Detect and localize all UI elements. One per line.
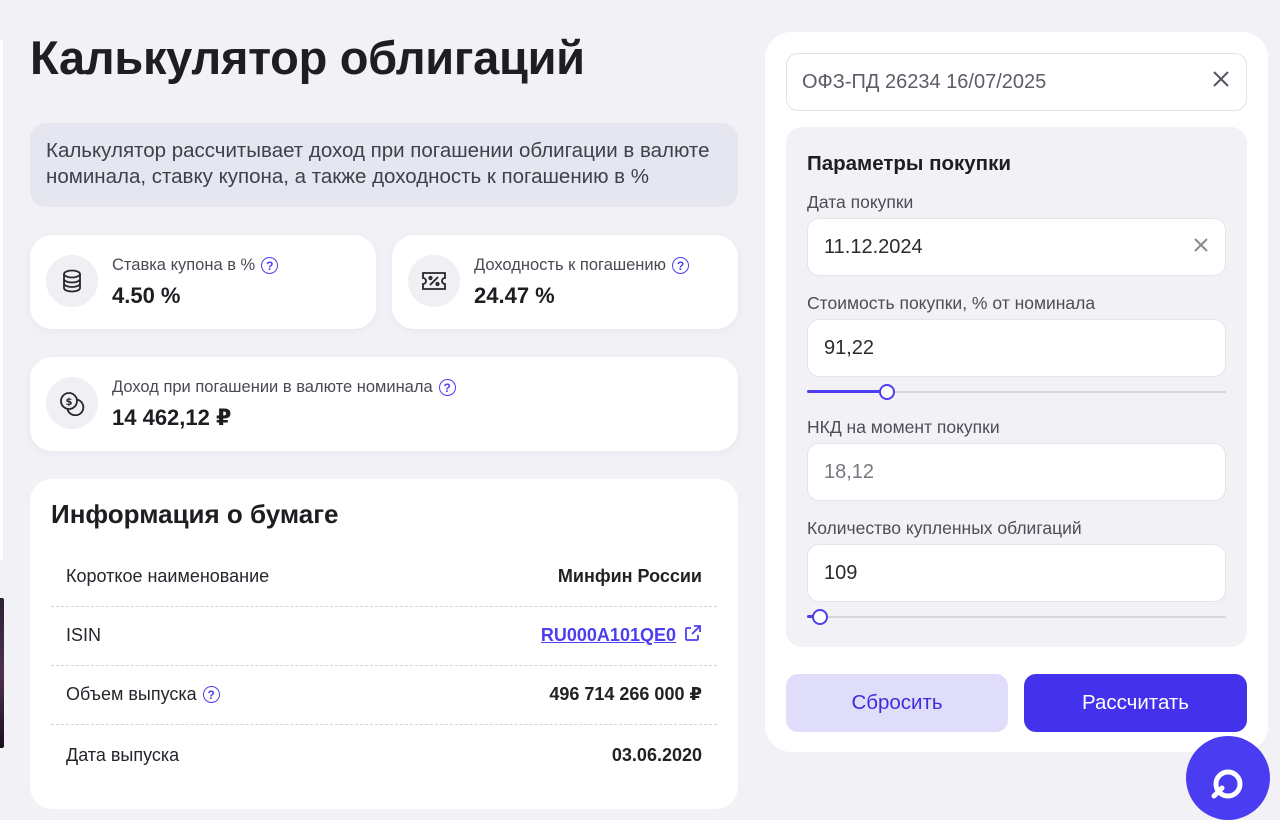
nkd-field[interactable]: 18,12 <box>807 443 1226 501</box>
params-title: Параметры покупки <box>807 152 1011 175</box>
calculator-panel: ОФЗ-ПД 26234 16/07/2025 Параметры покупк… <box>765 32 1268 752</box>
help-icon[interactable]: ? <box>672 257 689 274</box>
coupon-rate-card: Ставка купона в %? 4.50 % <box>30 235 376 329</box>
nkd-label: НКД на момент покупки <box>807 417 1000 437</box>
calculate-button[interactable]: Рассчитать <box>1024 674 1247 732</box>
left-edge-panel <box>0 40 3 560</box>
coupon-rate-label: Ставка купона в % <box>112 256 256 274</box>
quantity-slider[interactable] <box>807 609 1226 625</box>
price-slider-fill <box>807 390 887 393</box>
help-icon[interactable]: ? <box>202 686 220 703</box>
close-icon[interactable] <box>1193 236 1209 259</box>
row-key: Дата выпуска <box>66 744 180 765</box>
purchase-params: Параметры покупки Дата покупки 11.12.202… <box>786 127 1247 647</box>
close-icon[interactable] <box>1211 69 1231 95</box>
row-key: Объем выпуска <box>66 684 197 704</box>
row-key: Короткое наименование <box>66 566 270 586</box>
page-title: Калькулятор облигаций <box>30 31 585 84</box>
external-link-icon[interactable] <box>684 624 702 647</box>
price-label: Стоимость покупки, % от номинала <box>807 293 1096 313</box>
nkd-value: 18,12 <box>824 460 875 483</box>
table-row: ISIN RU000A101QE0 <box>51 606 717 666</box>
left-edge-thumbnail <box>0 598 4 748</box>
svg-text:$: $ <box>66 397 73 408</box>
ticket-percent-icon <box>408 255 460 307</box>
yield-label: Доходность к погашению <box>474 256 666 274</box>
bond-search-input[interactable]: ОФЗ-ПД 26234 16/07/2025 <box>786 53 1247 111</box>
purchase-date-field[interactable]: 11.12.2024 <box>807 218 1226 276</box>
quantity-label: Количество купленных облигаций <box>807 518 1082 538</box>
income-label: Доход при погашении в валюте номинала <box>112 378 433 396</box>
row-value: 03.06.2020 <box>611 744 702 765</box>
bond-search-value: ОФЗ-ПД 26234 16/07/2025 <box>802 70 1047 93</box>
security-info-card: Информация о бумаге Короткое наименовани… <box>30 479 738 809</box>
help-icon[interactable]: ? <box>261 257 279 274</box>
row-value: Минфин России <box>557 566 702 586</box>
yield-to-maturity-card: Доходность к погашению? 24.47 % <box>392 235 738 329</box>
price-value: 91,22 <box>824 336 875 359</box>
quantity-slider-handle[interactable] <box>811 609 828 625</box>
price-slider[interactable] <box>807 384 1226 400</box>
coins-icon <box>46 255 98 307</box>
calculator-description: Калькулятор рассчитывает доход при погаш… <box>30 123 738 207</box>
table-row: Дата выпуска 03.06.2020 <box>51 725 717 785</box>
reset-button[interactable]: Сбросить <box>786 674 1008 732</box>
price-slider-handle[interactable] <box>878 384 895 400</box>
coupon-rate-value: 4.50 % <box>112 283 181 308</box>
price-field[interactable]: 91,22 <box>807 319 1226 377</box>
isin-link[interactable]: RU000A101QE0 <box>541 625 676 646</box>
security-info-title: Информация о бумаге <box>51 499 339 529</box>
purchase-date-value: 11.12.2024 <box>824 235 923 258</box>
table-row: Короткое наименование Минфин России <box>51 547 717 607</box>
income-value: 14 462,12 ₽ <box>112 405 232 430</box>
dollar-coins-icon: $ <box>46 377 98 429</box>
chat-button[interactable] <box>1186 736 1270 820</box>
row-value: 496 714 266 000 ₽ <box>549 684 702 704</box>
purchase-date-label: Дата покупки <box>807 192 914 212</box>
yield-value: 24.47 % <box>474 283 555 308</box>
row-key: ISIN <box>66 625 102 645</box>
quantity-value: 109 <box>824 561 858 584</box>
quantity-field[interactable]: 109 <box>807 544 1226 602</box>
chat-icon <box>1211 769 1243 799</box>
table-row: Объем выпуска? 496 714 266 000 ₽ <box>51 665 717 725</box>
maturity-income-card: $ Доход при погашении в валюте номинала?… <box>30 357 738 451</box>
help-icon[interactable]: ? <box>438 379 456 396</box>
